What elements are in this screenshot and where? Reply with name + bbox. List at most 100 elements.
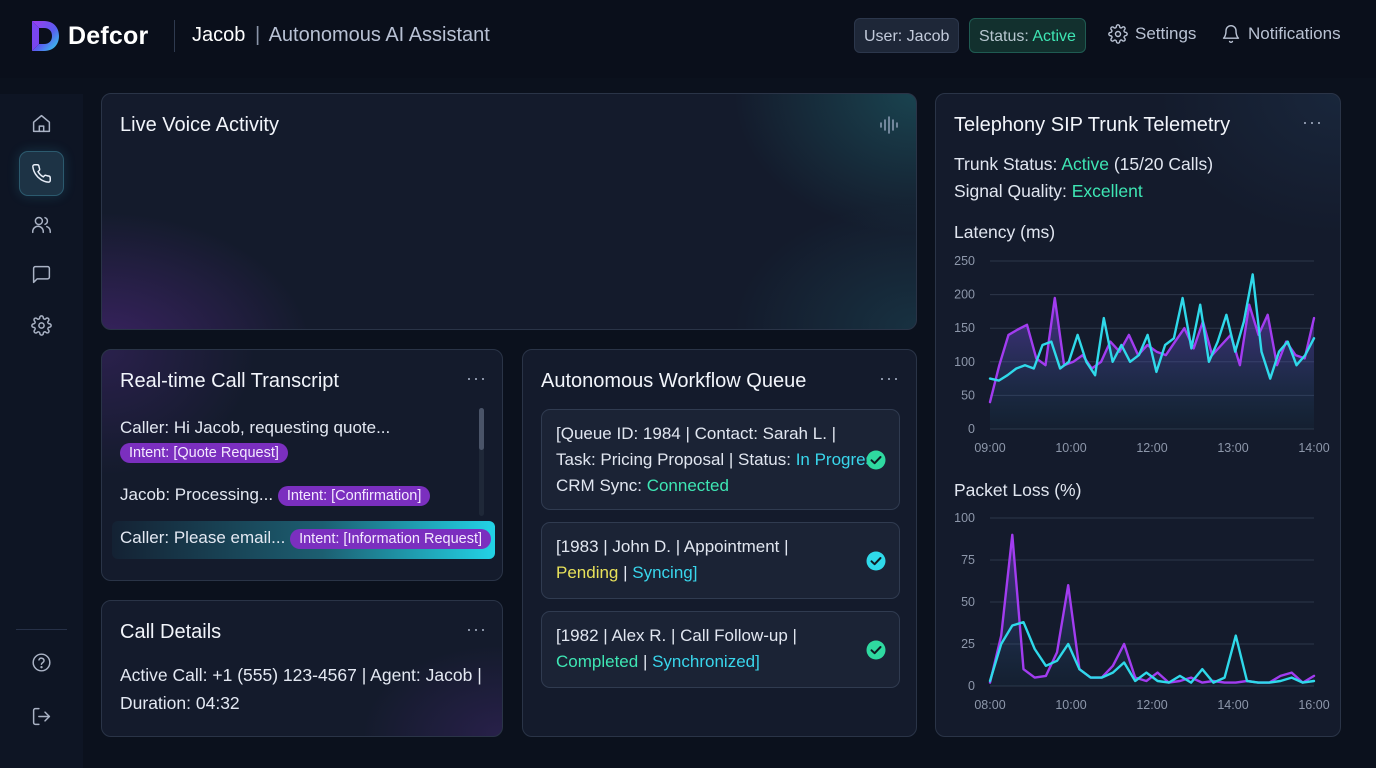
- crm-label: CRM Sync:: [556, 476, 647, 495]
- trunk-status-label: Trunk Status:: [954, 154, 1062, 174]
- sidebar-divider: [16, 629, 67, 630]
- status-badge[interactable]: Status: Active: [969, 18, 1086, 53]
- transcript-line: Jacob: Processing... Intent: [Confirmati…: [120, 485, 431, 506]
- sidebar-item-logout[interactable]: [19, 694, 64, 739]
- telemetry-panel: Telephony SIP Trunk Telemetry ··· Trunk …: [935, 93, 1341, 737]
- transcript-menu-button[interactable]: ···: [466, 368, 487, 389]
- status-completed: Completed: [556, 652, 639, 671]
- help-icon: [32, 653, 51, 672]
- check-circle-icon: [866, 551, 886, 571]
- voice-waveform: [122, 171, 898, 281]
- brand-logo[interactable]: Defcor: [30, 20, 148, 52]
- intent-tag: Intent: [Confirmation]: [277, 485, 431, 506]
- settings-button[interactable]: Settings: [1108, 24, 1196, 44]
- logout-icon: [32, 707, 51, 726]
- signal-quality-value: Excellent: [1071, 181, 1143, 201]
- workflow-item[interactable]: [Queue ID: 1984 | Contact: Sarah L. | Ta…: [541, 409, 900, 510]
- signal-quality: Signal Quality: Excellent: [954, 181, 1143, 202]
- waveform-icon[interactable]: [878, 114, 900, 136]
- transcript-text: Caller: Please email...: [120, 528, 286, 547]
- panel-title: Autonomous Workflow Queue: [541, 370, 807, 392]
- workflow-item-status: Pending | Syncing]: [556, 560, 789, 586]
- chat-icon: [32, 265, 51, 284]
- packet-loss-chart: 0 25 50 75 100 08:00 10:00 12:00 14:00 16:00: [954, 511, 1330, 712]
- x-tick-label: 13:00: [1217, 441, 1248, 455]
- y-tick-label: 200: [954, 288, 975, 302]
- call-details-menu-button[interactable]: ···: [466, 619, 487, 640]
- agent-name: Jacob: [192, 24, 246, 46]
- task-label: Task: Pricing Proposal | Status:: [556, 450, 796, 469]
- sidebar-item-settings[interactable]: [19, 303, 64, 348]
- workflow-queue-panel: Autonomous Workflow Queue ··· [Queue ID:…: [522, 349, 917, 737]
- user-badge[interactable]: User: Jacob: [854, 18, 960, 53]
- home-icon: [32, 114, 51, 133]
- sidebar-item-calls[interactable]: [19, 151, 64, 196]
- panel-title: Call Details: [120, 621, 222, 643]
- latency-chart: 0 50 100 150 200 250 09:00 10:00 12:00 13:00 14:00: [954, 254, 1330, 455]
- y-tick-label: 50: [961, 595, 975, 609]
- sidebar-item-home[interactable]: [19, 101, 64, 146]
- check-circle-icon: [866, 640, 886, 660]
- status-pending: Pending: [556, 563, 619, 582]
- check-circle-icon: [866, 450, 886, 470]
- x-tick-label: 14:00: [1298, 441, 1329, 455]
- notifications-label: Notifications: [1248, 24, 1341, 43]
- agent-subtitle: Autonomous AI Assistant: [268, 24, 490, 46]
- brand-name: Defcor: [68, 21, 149, 50]
- transcript-line-active[interactable]: Caller: Please email... Intent: [Informa…: [120, 528, 492, 549]
- status-separator: |: [638, 652, 653, 671]
- y-tick-label: 50: [961, 388, 975, 402]
- sidebar-item-contacts[interactable]: [19, 202, 64, 247]
- page-title: Jacob | Autonomous AI Assistant: [192, 24, 490, 47]
- trunk-calls: (15/20 Calls): [1108, 154, 1214, 174]
- y-tick-label: 0: [968, 422, 975, 436]
- telemetry-menu-button[interactable]: ···: [1302, 112, 1323, 133]
- phone-icon: [32, 164, 51, 183]
- notifications-button[interactable]: Notifications: [1221, 24, 1341, 44]
- status-label: Status:: [979, 28, 1033, 45]
- x-tick-label: 14:00: [1217, 698, 1248, 712]
- y-tick-label: 150: [954, 321, 975, 335]
- workflow-item-header: [1982 | Alex R. | Call Follow-up |: [556, 626, 797, 645]
- signal-quality-label: Signal Quality:: [954, 181, 1072, 201]
- status-value: Active: [1032, 28, 1076, 45]
- x-tick-label: 08:00: [974, 698, 1005, 712]
- y-tick-label: 75: [961, 553, 975, 567]
- x-tick-label: 12:00: [1136, 698, 1167, 712]
- trunk-status: Trunk Status: Active (15/20 Calls): [954, 154, 1213, 175]
- title-separator: |: [254, 24, 261, 46]
- workflow-item[interactable]: [1982 | Alex R. | Call Follow-up | Compl…: [541, 611, 900, 688]
- workflow-menu-button[interactable]: ···: [879, 368, 900, 389]
- x-tick-label: 12:00: [1136, 441, 1167, 455]
- call-duration: Duration: 04:32: [120, 693, 240, 713]
- trunk-status-value: Active: [1061, 154, 1109, 174]
- y-tick-label: 25: [961, 637, 975, 651]
- transcript-line: Caller: Hi Jacob, requesting quote...: [120, 418, 391, 437]
- workflow-item-crm: CRM Sync: Connected: [556, 473, 883, 499]
- latency-chart-title: Latency (ms): [954, 222, 1056, 242]
- call-details-text: Active Call: +1 (555) 123-4567 | Agent: …: [120, 661, 482, 717]
- packet-loss-chart-title: Packet Loss (%): [954, 480, 1082, 500]
- top-bar: Defcor Jacob | Autonomous AI Assistant U…: [0, 0, 1376, 78]
- y-tick-label: 250: [954, 254, 975, 268]
- workflow-item[interactable]: [1983 | John D. | Appointment | Pending …: [541, 522, 900, 599]
- status-synchronized: Synchronized]: [652, 652, 760, 671]
- sidebar-item-help[interactable]: [19, 640, 64, 685]
- transcript-scroll-thumb[interactable]: [479, 408, 484, 450]
- defcor-logo-icon: [32, 21, 59, 51]
- status-connected: Connected: [646, 476, 729, 495]
- call-info-line: Active Call: +1 (555) 123-4567 | Agent: …: [120, 665, 482, 685]
- workflow-item-status: Completed | Synchronized]: [556, 649, 797, 675]
- intent-tag: Intent: [Information Request]: [290, 528, 492, 549]
- workflow-item-header: [1983 | John D. | Appointment |: [556, 537, 789, 556]
- transcript-text: Jacob: Processing...: [120, 485, 274, 504]
- status-syncing: Syncing]: [632, 563, 698, 582]
- sidebar-item-messages[interactable]: [19, 252, 64, 297]
- panel-title: Real-time Call Transcript: [120, 370, 339, 392]
- x-tick-label: 09:00: [974, 441, 1005, 455]
- users-icon: [32, 216, 51, 234]
- status-separator: |: [618, 563, 633, 582]
- y-tick-label: 100: [954, 355, 975, 369]
- x-tick-label: 10:00: [1055, 441, 1086, 455]
- y-tick-label: 0: [968, 679, 975, 693]
